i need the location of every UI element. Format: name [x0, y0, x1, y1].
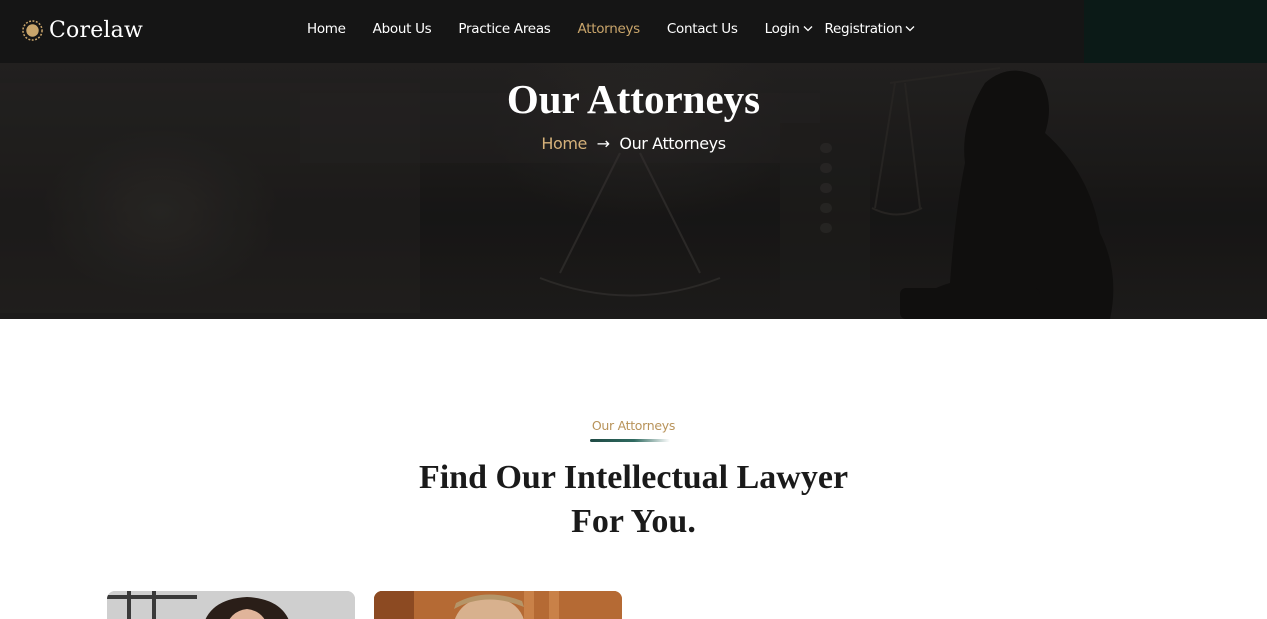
nav-item-login[interactable]: Login	[765, 21, 813, 37]
breadcrumb: Home → Our Attorneys	[0, 134, 1267, 153]
main-nav: Home About Us Practice Areas Attorneys C…	[307, 0, 927, 57]
nav-item-registration[interactable]: Registration	[825, 21, 916, 37]
nav-item-attorneys[interactable]: Attorneys	[578, 21, 641, 37]
chevron-down-icon	[905, 26, 915, 32]
nav-login-label: Login	[764, 20, 800, 37]
nav-registration-label: Registration	[824, 20, 903, 37]
logo[interactable]: Corelaw	[22, 15, 143, 45]
attorney-photo	[374, 591, 622, 619]
breadcrumb-current: Our Attorneys	[619, 134, 726, 153]
eyebrow-underline	[590, 439, 670, 442]
nav-item-about[interactable]: About Us	[373, 21, 432, 37]
section-title: Find Our Intellectual Lawyer For You.	[0, 456, 1267, 544]
site-header: Corelaw Home About Us Practice Areas Att…	[0, 0, 1267, 63]
attorney-card[interactable]	[374, 591, 622, 619]
section-title-line-1: Find Our Intellectual Lawyer	[418, 459, 849, 496]
nav-item-practice-areas[interactable]: Practice Areas	[458, 21, 550, 37]
nav-item-home[interactable]: Home	[307, 21, 346, 37]
section-eyebrow: Our Attorneys	[591, 418, 676, 433]
arrow-right-icon: →	[596, 134, 610, 153]
section-title-line-2: For You.	[571, 503, 696, 540]
attorney-card[interactable]	[107, 591, 355, 619]
header-accent-panel	[1084, 0, 1267, 63]
logo-text: Corelaw	[49, 17, 143, 43]
attorney-photo	[107, 591, 355, 619]
chevron-down-icon	[803, 26, 812, 32]
logo-sun-icon	[22, 19, 43, 41]
page-banner: Our Attorneys Home → Our Attorneys	[0, 63, 1267, 319]
nav-item-contact[interactable]: Contact Us	[667, 21, 738, 37]
breadcrumb-home-link[interactable]: Home	[541, 134, 587, 153]
page-title: Our Attorneys	[506, 76, 761, 122]
